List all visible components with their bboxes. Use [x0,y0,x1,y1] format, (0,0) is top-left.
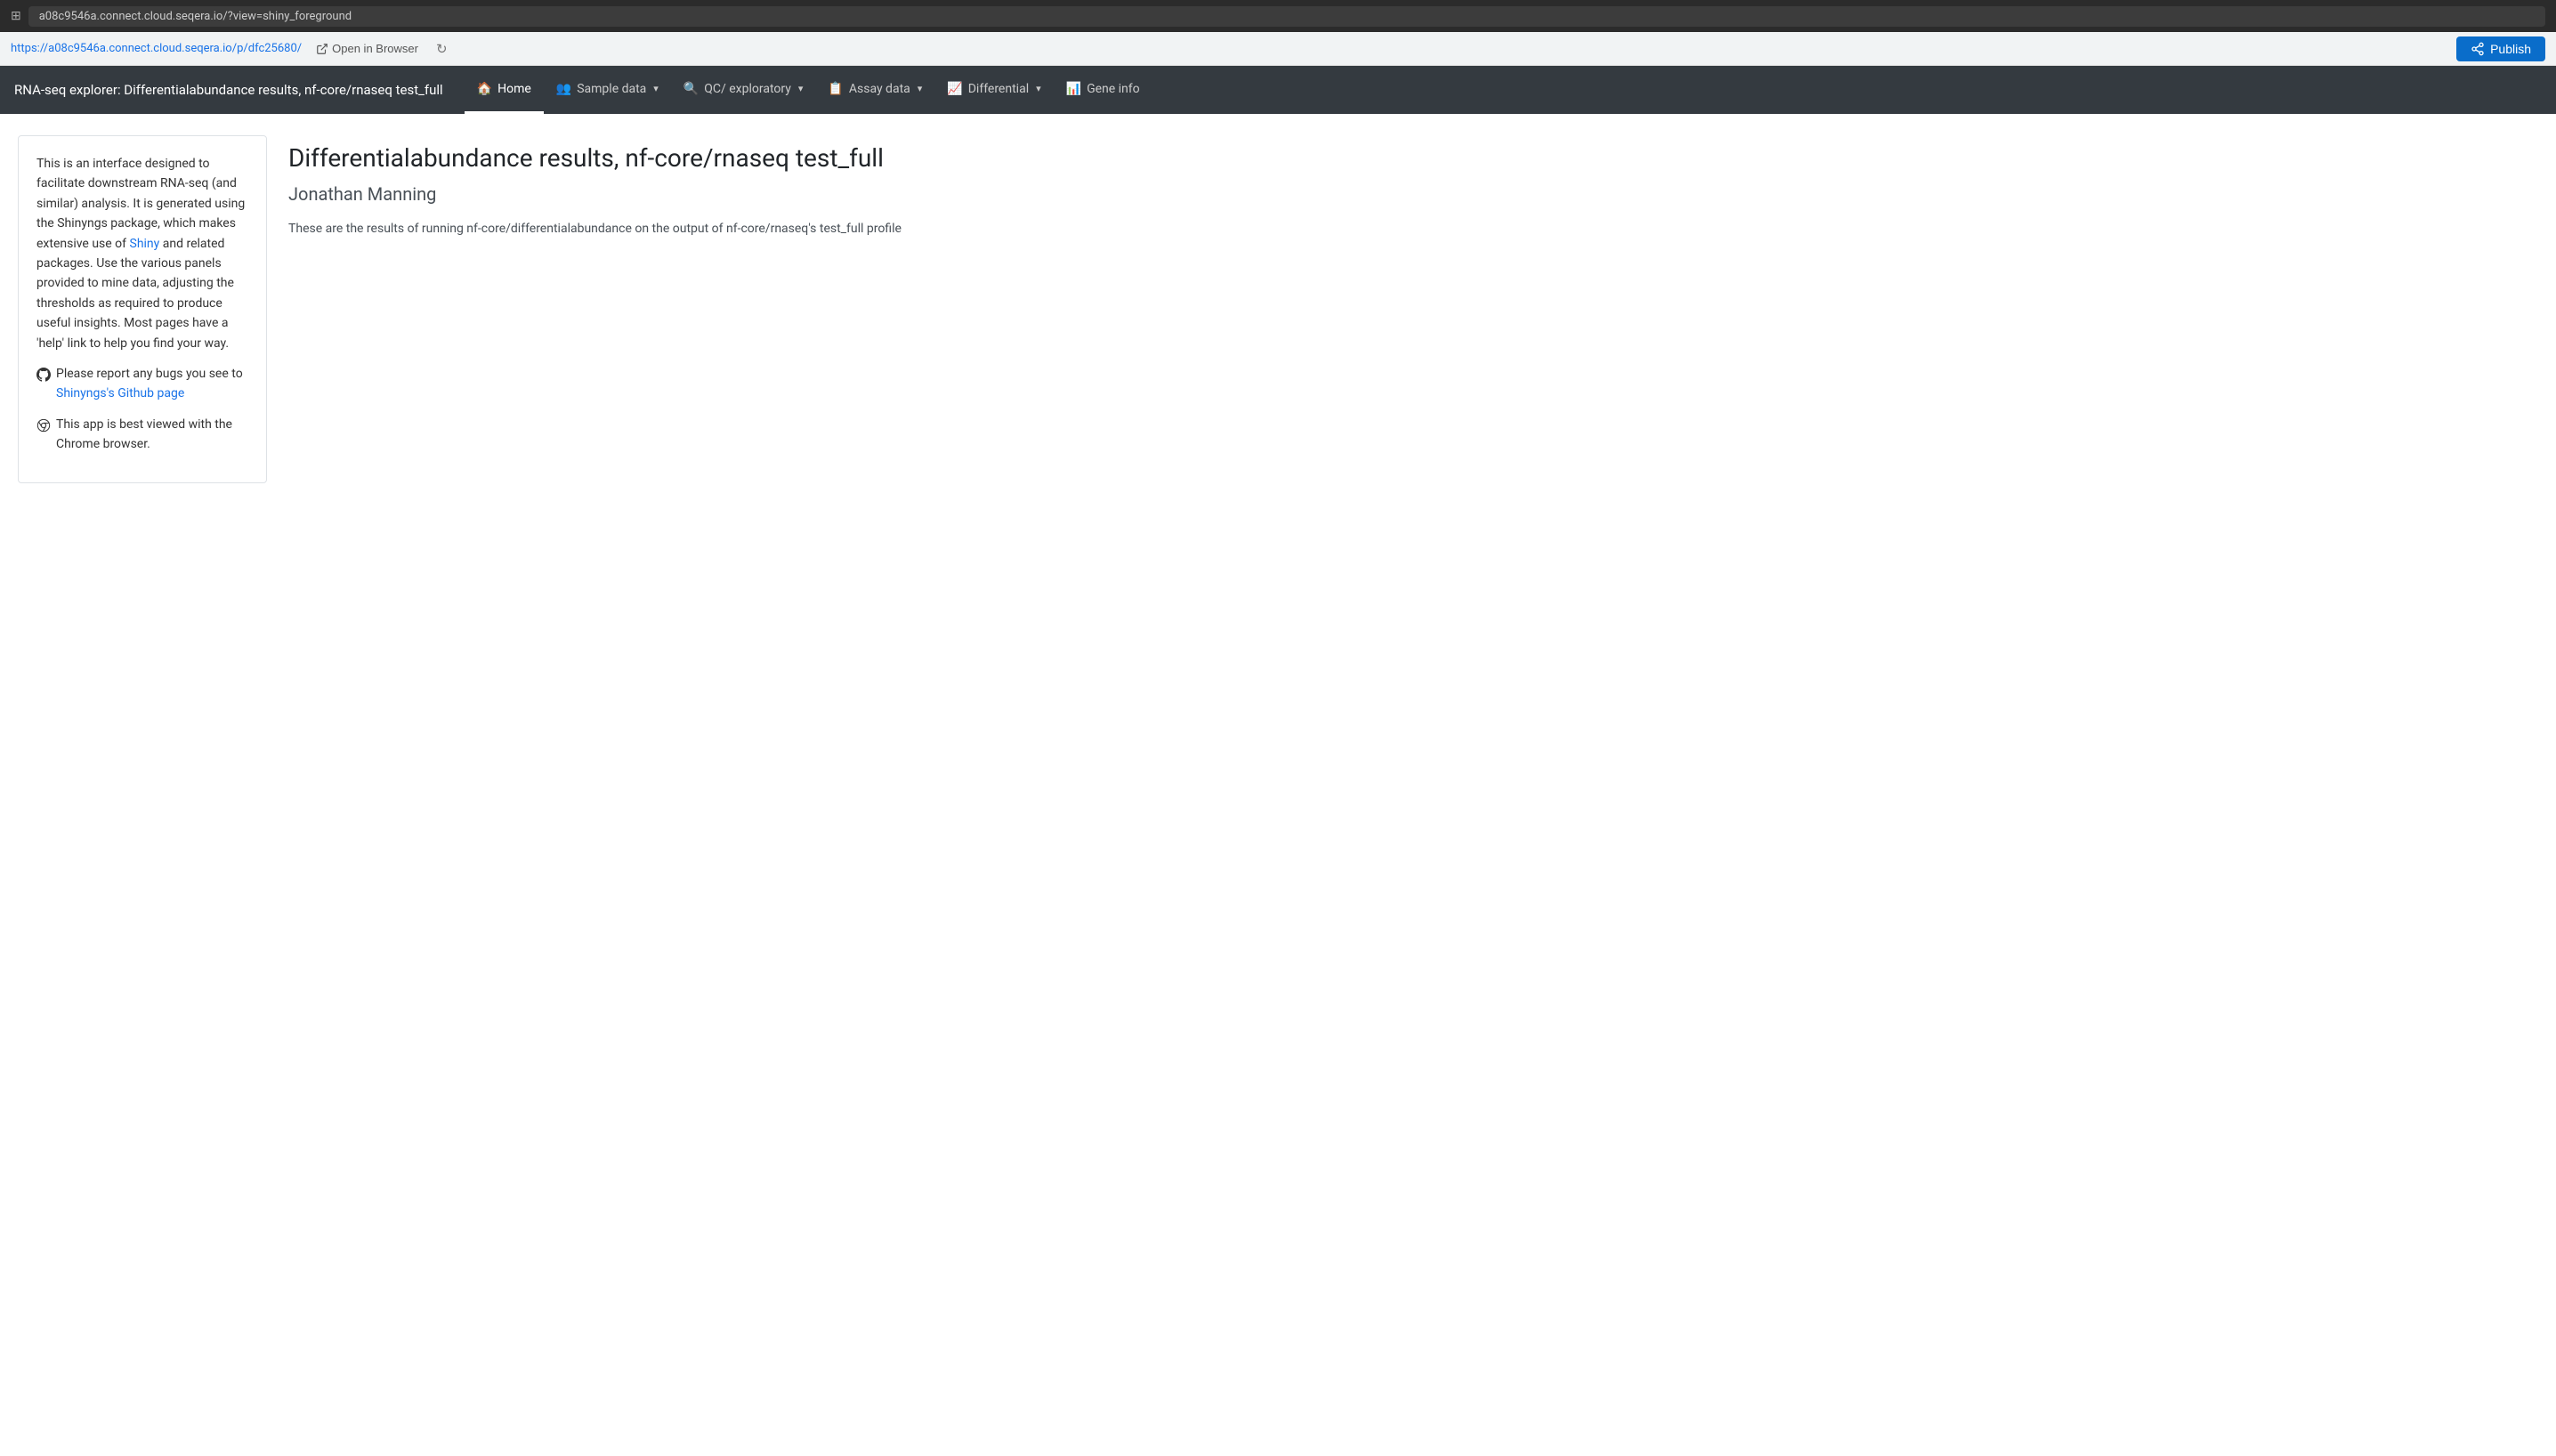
open-browser-icon [316,43,328,55]
nav-qc-label: QC/ exploratory [704,82,791,96]
url-text: a08c9546a.connect.cloud.seqera.io/?view=… [39,10,352,23]
nav-differential-label: Differential [968,82,1029,96]
shiny-link[interactable]: Shiny [130,237,160,251]
bug-prefix: Please report any bugs you see to [56,367,243,381]
sidebar-intro-text2: and related packages. Use the various pa… [36,237,234,351]
sidebar-intro: This is an interface designed to facilit… [36,154,248,353]
gene-info-icon: 📊 [1066,82,1081,96]
nav-item-gene-info[interactable]: 📊 Gene info [1054,66,1153,114]
chrome-note-text: This app is best viewed with the Chrome … [56,415,248,455]
publish-icon [2471,42,2485,56]
sample-data-icon: 👥 [556,82,571,96]
chrome-note-row: This app is best viewed with the Chrome … [36,415,248,455]
bug-report-text: Please report any bugs you see to Shinyn… [56,364,243,404]
sidebar-panel: This is an interface designed to facilit… [18,135,267,483]
main-content: This is an interface designed to facilit… [0,114,2556,1454]
content-author: Jonathan Manning [288,183,2538,205]
assay-icon: 📋 [828,82,843,96]
github-link[interactable]: Shinyngs's Github page [56,386,184,400]
page-icon: ⊞ [11,9,21,23]
home-icon: 🏠 [477,82,492,96]
nav-item-qc-exploratory[interactable]: 🔍 QC/ exploratory ▾ [671,66,816,114]
nav-items: 🏠 Home 👥 Sample data ▾ 🔍 QC/ exploratory… [465,66,1153,114]
differential-icon: 📈 [947,82,962,96]
github-icon [36,366,51,389]
app-navbar: RNA-seq explorer: Differentialabundance … [0,66,2556,114]
nav-gene-info-label: Gene info [1087,82,1140,96]
nav-item-home[interactable]: 🏠 Home [465,66,544,114]
differential-dropdown-arrow: ▾ [1036,83,1041,94]
open-in-browser-button[interactable]: Open in Browser [309,39,425,58]
nav-item-sample-data[interactable]: 👥 Sample data ▾ [544,66,671,114]
sample-data-dropdown-arrow: ▾ [653,83,659,94]
address-url[interactable]: https://a08c9546a.connect.cloud.seqera.i… [11,42,302,55]
url-bar[interactable]: a08c9546a.connect.cloud.seqera.io/?view=… [28,6,2545,27]
nav-home-label: Home [497,82,531,96]
bug-report-row: Please report any bugs you see to Shinyn… [36,364,248,404]
nav-assay-label: Assay data [849,82,910,96]
nav-sample-label: Sample data [577,82,646,96]
nav-item-assay-data[interactable]: 📋 Assay data ▾ [815,66,934,114]
assay-dropdown-arrow: ▾ [918,83,923,94]
nav-item-differential[interactable]: 📈 Differential ▾ [934,66,1053,114]
content-area: Differentialabundance results, nf-core/r… [288,135,2538,1433]
content-description: These are the results of running nf-core… [288,219,2538,239]
refresh-icon[interactable]: ↻ [436,41,448,57]
chrome-icon [36,417,51,440]
publish-button[interactable]: Publish [2456,36,2545,61]
open-in-browser-label: Open in Browser [332,42,418,55]
qc-dropdown-arrow: ▾ [798,83,804,94]
app-title: RNA-seq explorer: Differentialabundance … [14,82,443,98]
address-row: https://a08c9546a.connect.cloud.seqera.i… [0,32,2556,66]
content-title: Differentialabundance results, nf-core/r… [288,142,2538,174]
publish-label: Publish [2490,42,2531,56]
browser-title-bar: ⊞ a08c9546a.connect.cloud.seqera.io/?vie… [0,0,2556,32]
qc-icon: 🔍 [683,82,699,96]
